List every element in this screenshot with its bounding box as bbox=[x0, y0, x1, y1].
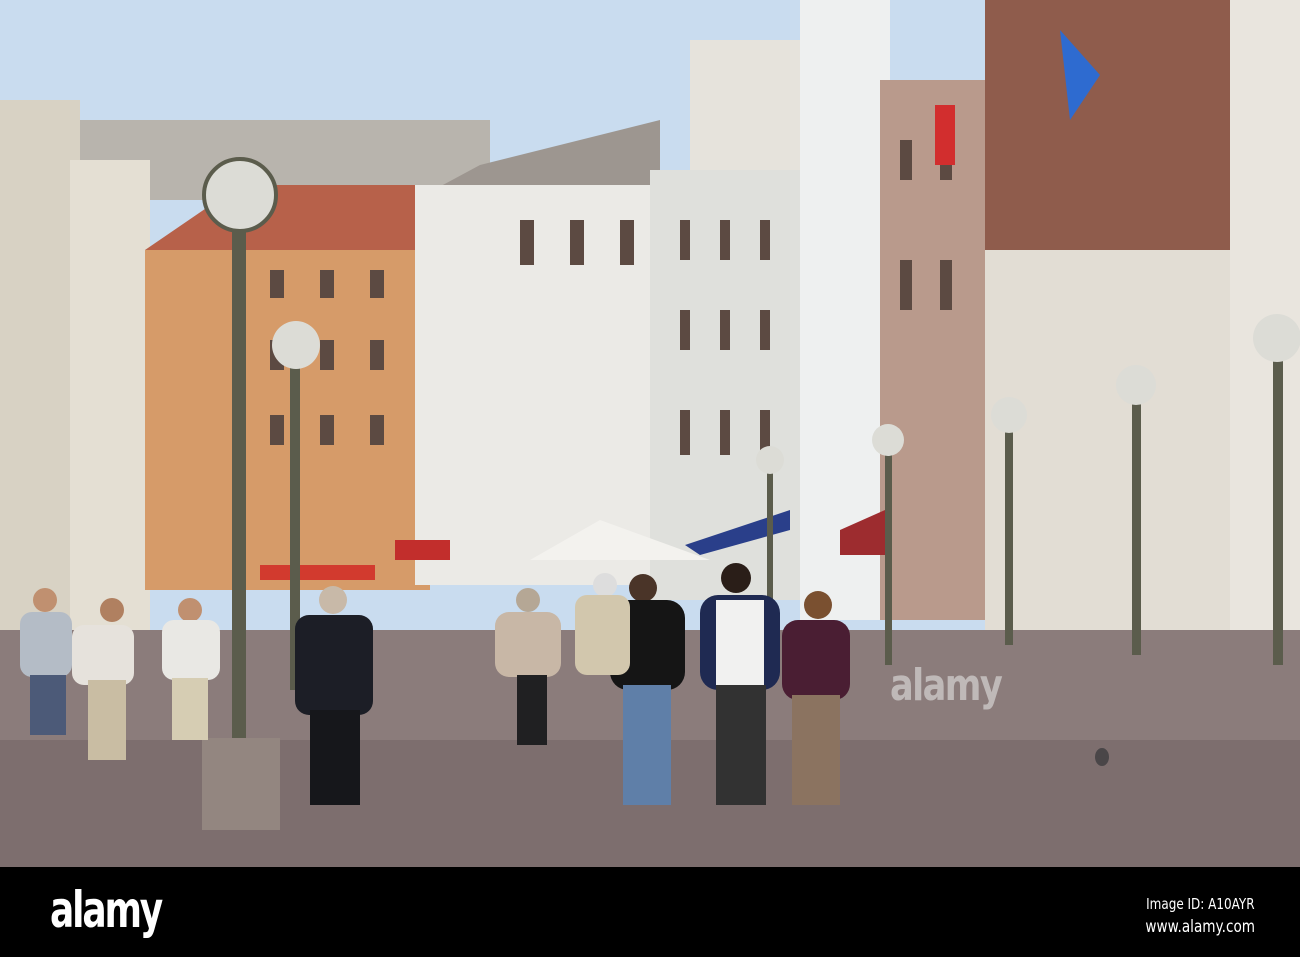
stock-photo: alamy alamy Image ID: A10AYR www.alamy.c… bbox=[0, 0, 1300, 957]
croatian-flag bbox=[935, 105, 955, 165]
building-left bbox=[70, 160, 150, 630]
pigeon bbox=[1095, 748, 1109, 766]
red-awning bbox=[260, 565, 375, 580]
grey-building-top bbox=[690, 40, 800, 170]
street-scene bbox=[0, 0, 1300, 867]
watermark: alamy bbox=[890, 660, 1003, 711]
website-link[interactable]: www.alamy.com bbox=[1145, 917, 1255, 937]
building-left-far bbox=[0, 100, 80, 660]
alamy-logo: alamy bbox=[50, 881, 163, 939]
orange-building bbox=[145, 250, 430, 590]
red-awning bbox=[395, 540, 450, 560]
footer-bar: alamy Image ID: A10AYR www.alamy.com bbox=[0, 867, 1300, 957]
image-id: Image ID: A10AYR bbox=[1146, 895, 1255, 913]
